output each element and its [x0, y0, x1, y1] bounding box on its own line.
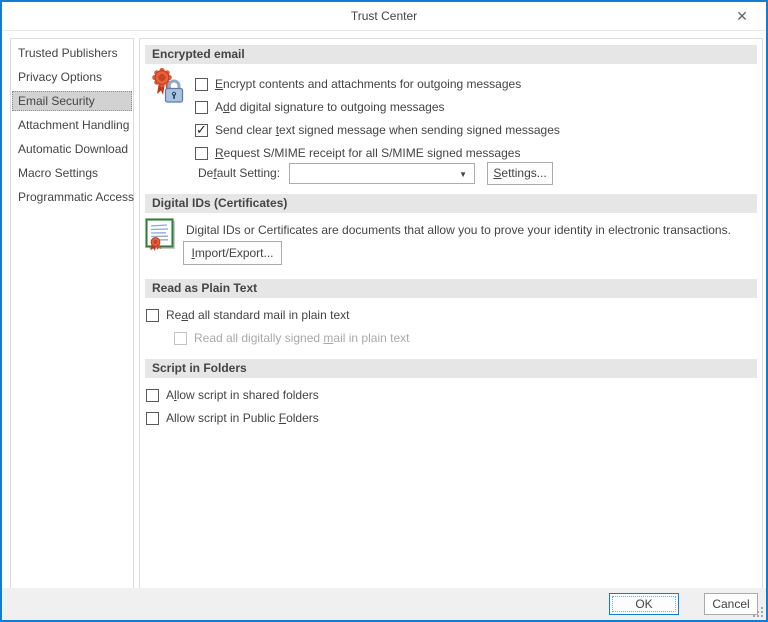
- section-header-encrypted-email: Encrypted email: [145, 45, 757, 64]
- import-export-button[interactable]: Import/Export...: [183, 241, 282, 265]
- sidebar-item-automatic-download[interactable]: Automatic Download: [12, 139, 132, 159]
- sidebar-item-attachment-handling[interactable]: Attachment Handling: [12, 115, 132, 135]
- checkbox-row-encrypt-contents[interactable]: Encrypt contents and attachments for out…: [195, 76, 521, 92]
- email-security-page: Encrypted email Encrypt contents and att…: [139, 38, 763, 590]
- checkbox[interactable]: [195, 100, 208, 114]
- checkbox[interactable]: [195, 146, 208, 160]
- checkbox[interactable]: [146, 411, 159, 425]
- sidebar-item-programmatic-access[interactable]: Programmatic Access: [12, 187, 134, 207]
- checkbox[interactable]: [195, 77, 208, 91]
- section-header-read-plain-text: Read as Plain Text: [145, 279, 757, 298]
- default-setting-label: Default Setting:: [198, 166, 281, 180]
- trust-center-dialog: Trust Center ✕ Trusted Publishers Privac…: [0, 0, 768, 622]
- checkbox-row-send-clear-text[interactable]: Send clear text signed message when send…: [195, 122, 560, 138]
- cancel-button[interactable]: Cancel: [704, 593, 758, 615]
- settings-button[interactable]: Settings...: [487, 161, 554, 185]
- sidebar-item-trusted-publishers[interactable]: Trusted Publishers: [12, 43, 132, 63]
- checkbox-row-read-signed-plain: Read all digitally signed mail in plain …: [174, 330, 409, 346]
- chevron-down-icon[interactable]: ▼: [459, 170, 467, 179]
- checkbox-label: Allow script in Public Folders: [166, 411, 319, 425]
- close-icon[interactable]: ✕: [726, 2, 758, 30]
- checkbox-row-allow-script-shared[interactable]: Allow script in shared folders: [146, 387, 319, 403]
- encrypted-email-seal-lock-icon: [152, 67, 184, 103]
- checkbox-label: Send clear text signed message when send…: [215, 123, 560, 137]
- ok-button[interactable]: OK: [609, 593, 679, 615]
- checkbox-label: Request S/MIME receipt for all S/MIME si…: [215, 146, 521, 160]
- checkbox[interactable]: [146, 308, 159, 322]
- checkbox-label: Read all standard mail in plain text: [166, 308, 350, 322]
- title-bar: Trust Center ✕: [2, 2, 766, 31]
- checkbox-row-request-smime-receipt[interactable]: Request S/MIME receipt for all S/MIME si…: [195, 145, 520, 161]
- certificate-icon: [145, 218, 175, 251]
- default-setting-row: Default Setting: ▼ Settings...: [198, 161, 554, 185]
- checkbox-row-read-standard-plain[interactable]: Read all standard mail in plain text: [146, 307, 349, 323]
- default-setting-combobox[interactable]: ▼: [289, 162, 476, 184]
- checkbox-label: Encrypt contents and attachments for out…: [215, 77, 522, 91]
- checkbox[interactable]: [146, 388, 159, 402]
- checkbox[interactable]: [195, 122, 208, 138]
- checkbox-label: Read all digitally signed mail in plain …: [194, 331, 410, 345]
- sidebar-item-macro-settings[interactable]: Macro Settings: [12, 163, 132, 183]
- category-sidebar: Trusted Publishers Privacy Options Email…: [10, 38, 134, 590]
- section-header-script-in-folders: Script in Folders: [145, 359, 757, 378]
- digital-ids-description: Digital IDs or Certificates are document…: [186, 223, 731, 237]
- dialog-footer: OK Cancel: [2, 588, 766, 620]
- resize-grip[interactable]: [753, 607, 764, 618]
- section-header-digital-ids: Digital IDs (Certificates): [145, 194, 757, 213]
- checkbox-label: Allow script in shared folders: [166, 388, 319, 402]
- checkbox-row-add-digital-signature[interactable]: Add digital signature to outgoing messag…: [195, 99, 445, 115]
- checkbox-row-allow-script-public[interactable]: Allow script in Public Folders: [146, 410, 319, 426]
- window-title: Trust Center: [350, 9, 418, 23]
- checkbox: [174, 331, 187, 345]
- sidebar-item-email-security[interactable]: Email Security: [12, 91, 132, 111]
- sidebar-item-privacy-options[interactable]: Privacy Options: [12, 67, 132, 87]
- checkbox-label: Add digital signature to outgoing messag…: [215, 100, 445, 114]
